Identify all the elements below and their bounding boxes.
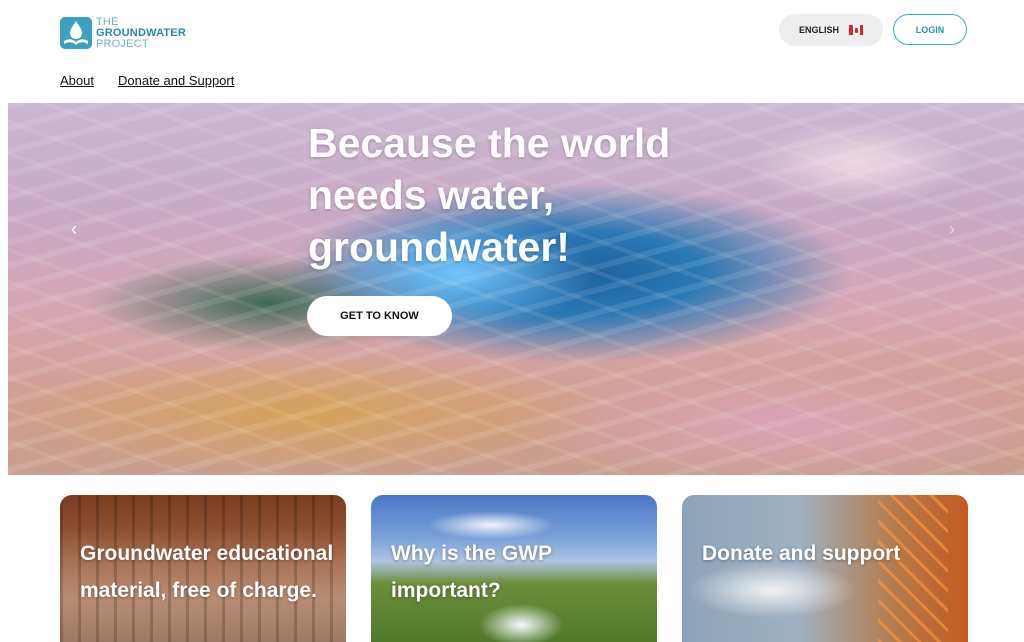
logo-line-project: PROJECT	[96, 37, 149, 50]
canada-flag-icon	[849, 25, 863, 35]
droplet-book-icon	[60, 17, 92, 49]
card-title: Groundwater educational material, free o…	[80, 542, 334, 602]
card-title: Donate and support	[702, 542, 901, 565]
card-donate-support[interactable]: Donate and support	[682, 495, 968, 642]
get-to-know-button[interactable]: GET TO KNOW	[307, 296, 452, 336]
logo-line-groundwater: GROUNDWATER	[96, 26, 186, 39]
card-why-gwp-important[interactable]: Why is the GWP important?	[371, 495, 657, 642]
site-header: THE GROUNDWATER PROJECT About Donate and…	[0, 0, 1024, 103]
card-title: Why is the GWP important?	[391, 542, 552, 602]
hero-title: Because the world needs water, groundwat…	[308, 120, 671, 270]
chevron-left-icon[interactable]: ‹	[66, 219, 82, 239]
nav-link-donate-support[interactable]: Donate and Support	[118, 73, 234, 88]
main-nav: About Donate and Support	[60, 73, 234, 88]
logo-wordmark: THE GROUNDWATER PROJECT	[96, 15, 186, 50]
hero-carousel: Because the world needs water, groundwat…	[8, 103, 1024, 475]
feature-cards: Groundwater educational material, free o…	[0, 495, 1024, 642]
nav-link-about[interactable]: About	[60, 73, 94, 88]
login-button[interactable]: LOGIN	[893, 14, 967, 45]
card-educational-material[interactable]: Groundwater educational material, free o…	[60, 495, 346, 642]
chevron-right-icon[interactable]: ›	[944, 219, 960, 239]
logo-line-the: THE	[96, 15, 119, 28]
language-selector[interactable]: ENGLISH	[779, 14, 883, 46]
site-logo[interactable]: THE GROUNDWATER PROJECT	[60, 14, 186, 52]
language-label: ENGLISH	[798, 25, 839, 35]
